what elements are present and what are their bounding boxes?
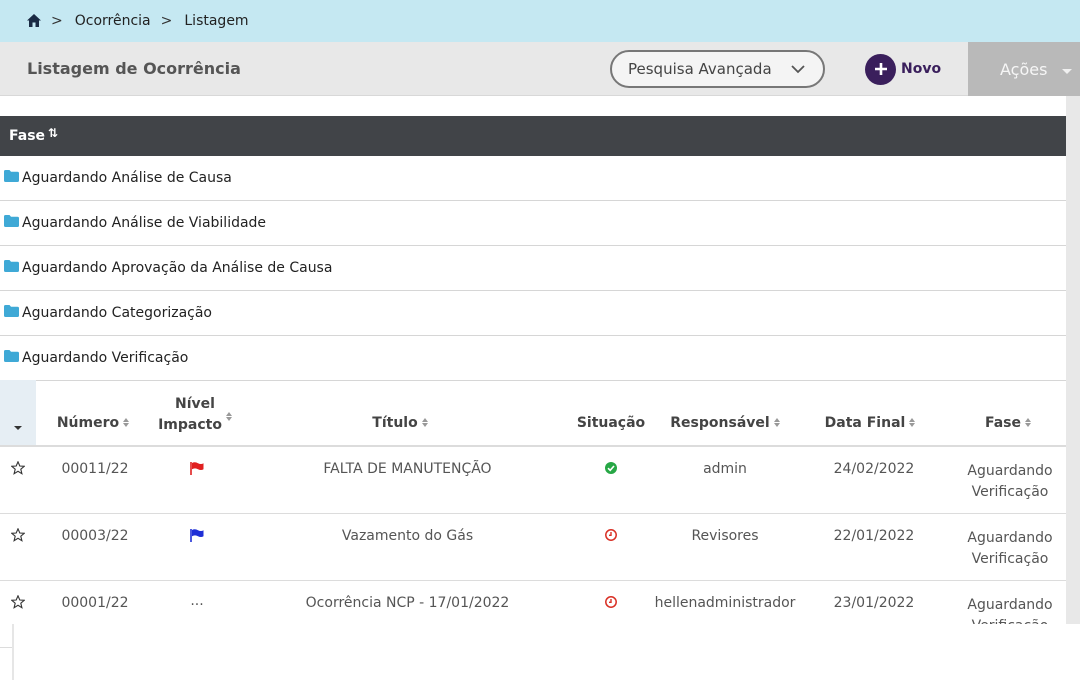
group-by-header[interactable]: Fase ⇅ — [0, 116, 1074, 156]
new-button[interactable]: Novo — [865, 53, 941, 85]
page: > Ocorrência > Listagem Listagem de Ocor… — [0, 0, 1080, 680]
cell-responsavel: admin — [703, 461, 747, 477]
overlay-panel — [12, 624, 1080, 680]
group-row[interactable]: Aguardando Análise de Viabilidade — [0, 201, 1066, 246]
page-title: Listagem de Ocorrência — [27, 59, 241, 78]
star-icon[interactable] — [10, 594, 26, 609]
group-row[interactable]: Aguardando Análise de Causa — [0, 156, 1066, 201]
cell-nivel-impacto: ... — [190, 593, 204, 609]
table-row[interactable]: 00011/22 FALTA DE MANUTENÇÃO admin 24/02… — [0, 447, 1066, 514]
star-icon[interactable] — [10, 527, 26, 542]
column-label: Situação — [576, 415, 646, 431]
breadcrumb-separator: > — [160, 13, 173, 29]
column-header-numero[interactable]: Número — [52, 415, 134, 431]
scrollbar[interactable] — [1066, 96, 1080, 624]
flag-blue-icon — [190, 529, 204, 546]
plus-icon — [865, 53, 896, 85]
cell-fase-line: Verificação — [971, 551, 1049, 567]
group-label: Aguardando Análise de Causa — [22, 170, 232, 186]
column-header-titulo[interactable]: Título — [355, 415, 445, 431]
sort-icon — [773, 417, 780, 427]
breadcrumb-separator: > — [51, 13, 63, 29]
group-by-label: Fase — [9, 128, 46, 144]
cell-fase-line: Aguardando — [967, 463, 1053, 479]
flag-red-icon — [190, 462, 204, 479]
folder-icon — [4, 215, 19, 227]
cell-fase-line: Aguardando — [967, 597, 1053, 613]
column-header-nivel-impacto[interactable]: Nível Impacto — [155, 394, 235, 436]
cell-titulo: Ocorrência NCP - 17/01/2022 — [305, 595, 510, 611]
sort-icon — [123, 417, 130, 427]
breadcrumb: > Ocorrência > Listagem — [0, 0, 1080, 42]
sort-icon: ⇅ — [48, 126, 59, 140]
expand-toggle[interactable] — [0, 380, 36, 445]
cell-data-final: 23/01/2022 — [833, 595, 915, 611]
column-header-responsavel[interactable]: Responsável — [665, 415, 785, 431]
clock-icon — [605, 529, 617, 545]
column-header-data-final[interactable]: Data Final — [815, 415, 925, 431]
group-label: Aguardando Categorização — [22, 305, 212, 321]
occurrence-table: Número Nível Impacto Título Situação Res… — [0, 380, 1066, 648]
column-label: Nível — [175, 396, 215, 412]
cell-fase-line: Aguardando — [967, 530, 1053, 546]
breadcrumb-ocorrencia[interactable]: Ocorrência — [75, 13, 151, 29]
page-header: Listagem de Ocorrência Pesquisa Avançada… — [0, 42, 1080, 96]
column-label: Data Final — [824, 415, 906, 431]
folder-icon — [4, 305, 19, 317]
table-row[interactable]: 00003/22 Vazamento do Gás Revisores 22/0… — [0, 514, 1066, 581]
folder-icon — [4, 170, 19, 182]
chevron-down-icon — [791, 62, 805, 76]
cell-data-final: 22/01/2022 — [833, 528, 915, 544]
group-row[interactable]: Aguardando Verificação — [0, 336, 1066, 381]
home-icon[interactable] — [27, 14, 41, 28]
cell-titulo: FALTA DE MANUTENÇÃO — [323, 461, 492, 477]
sort-icon — [225, 411, 232, 421]
sort-icon — [1025, 417, 1032, 427]
cell-responsavel: Revisores — [691, 528, 759, 544]
caret-down-icon — [14, 426, 22, 430]
column-label: Impacto — [158, 417, 222, 433]
column-label: Responsável — [670, 415, 770, 431]
column-label: Fase — [984, 415, 1022, 431]
cell-fase: Aguardando Verificação — [955, 461, 1065, 503]
group-label: Aguardando Aprovação da Análise de Causa — [22, 260, 333, 276]
advanced-search-dropdown[interactable]: Pesquisa Avançada — [610, 50, 825, 88]
cell-responsavel: hellenadministrador — [654, 595, 796, 611]
cell-fase: Aguardando Verificação — [955, 528, 1065, 570]
actions-button-label: Ações — [1000, 59, 1048, 79]
group-label: Aguardando Análise de Viabilidade — [22, 215, 267, 231]
cell-data-final: 24/02/2022 — [833, 461, 915, 477]
cell-titulo: Vazamento do Gás — [341, 528, 474, 544]
column-label: Número — [56, 415, 120, 431]
cell-fase-line: Verificação — [971, 484, 1049, 500]
folder-icon — [4, 350, 19, 362]
group-label: Aguardando Verificação — [22, 350, 189, 366]
column-header-situacao: Situação — [572, 415, 650, 431]
cell-numero: 00003/22 — [61, 528, 129, 544]
sort-icon — [909, 417, 916, 427]
folder-icon — [4, 260, 19, 272]
advanced-search-label: Pesquisa Avançada — [628, 60, 772, 78]
group-row[interactable]: Aguardando Categorização — [0, 291, 1066, 336]
star-icon[interactable] — [10, 460, 26, 475]
caret-down-icon — [1062, 69, 1072, 74]
column-header-fase[interactable]: Fase — [968, 415, 1048, 431]
group-list: Aguardando Análise de Causa Aguardando A… — [0, 156, 1066, 381]
clock-icon — [605, 596, 617, 612]
cell-numero: 00011/22 — [61, 461, 129, 477]
check-circle-icon — [605, 462, 617, 478]
column-label: Título — [372, 415, 418, 431]
sort-icon — [421, 417, 428, 427]
breadcrumb-listagem[interactable]: Listagem — [184, 13, 248, 29]
new-button-label: Novo — [901, 61, 942, 77]
actions-button[interactable]: Ações — [968, 42, 1080, 96]
group-row[interactable]: Aguardando Aprovação da Análise de Causa — [0, 246, 1066, 291]
table-header: Número Nível Impacto Título Situação Res… — [0, 380, 1066, 447]
cell-numero: 00001/22 — [61, 595, 129, 611]
